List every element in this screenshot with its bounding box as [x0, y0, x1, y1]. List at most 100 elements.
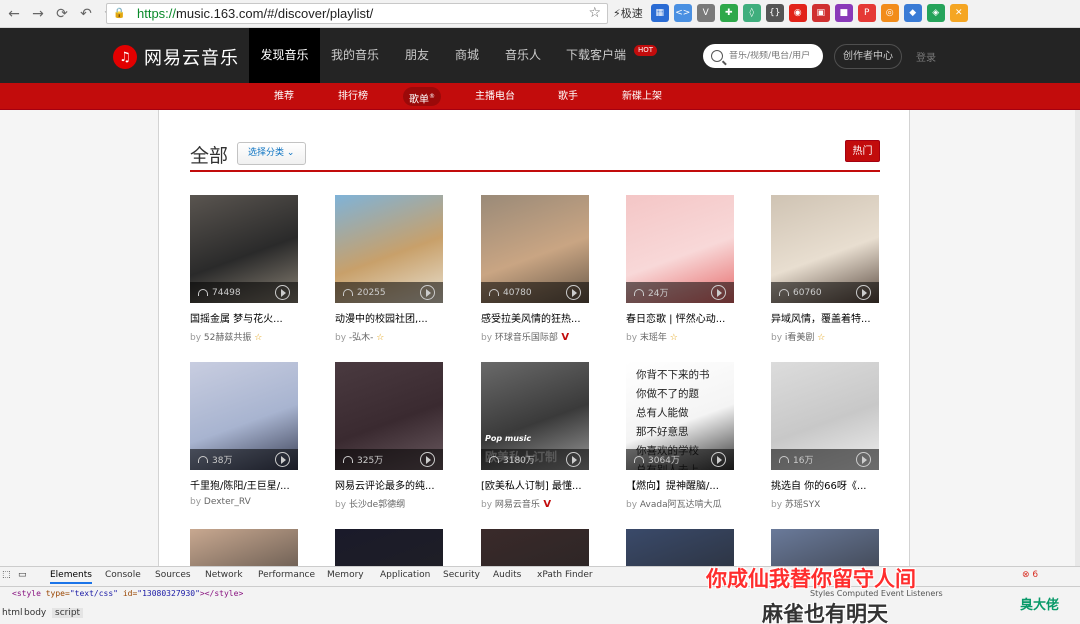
author-link[interactable]: 52赫兹共振 [204, 333, 251, 343]
playlist-title[interactable]: 【燃向】提神醒脑/... [626, 477, 734, 492]
devtools-tab-performance[interactable]: Performance [258, 570, 315, 580]
blue-ext-icon[interactable]: ◆ [903, 4, 922, 22]
braces-ext-icon[interactable]: {} [765, 4, 784, 22]
playlist-cover[interactable]: 325万 [335, 362, 443, 470]
author-link[interactable]: 长沙de郭德纲 [349, 500, 405, 510]
devtools-tab-xpath-finder[interactable]: xPath Finder [537, 570, 593, 580]
playlist-cover[interactable] [335, 529, 443, 568]
search-input[interactable] [729, 51, 821, 61]
play-icon[interactable] [420, 452, 435, 467]
select-category-button[interactable]: 选择分类 ⌄ [237, 142, 306, 165]
playlist-title[interactable]: 国摇金属 梦与花火... [190, 310, 298, 325]
site-logo[interactable]: ♫ 网易云音乐 [113, 44, 239, 70]
subnav-item-playlist[interactable]: 歌单® [403, 87, 441, 106]
play-icon[interactable] [856, 285, 871, 300]
author-link[interactable]: i看美剧 [785, 333, 815, 343]
playlist-cover[interactable]: 74498 [190, 195, 298, 303]
devtools-tab-audits[interactable]: Audits [493, 570, 521, 580]
playlist-cover[interactable] [481, 529, 589, 568]
playlist-cover[interactable]: 40780 [481, 195, 589, 303]
playlist-title[interactable]: [欧美私人订制] 最懂... [481, 477, 589, 492]
nav-item-friends[interactable]: 朋友 [392, 28, 442, 83]
author-link[interactable]: Avada阿瓦达啃大瓜 [640, 500, 722, 510]
devtools-tab-memory[interactable]: Memory [327, 570, 364, 580]
nav-item-discover[interactable]: 发现音乐 [249, 28, 320, 83]
author-link[interactable]: 苏瑶SYX [785, 500, 820, 510]
windows-ext-icon[interactable]: ▦ [650, 4, 669, 22]
playlist-cover[interactable]: Pop music欧美私人订制3180万 [481, 362, 589, 470]
crumb-body[interactable]: body [24, 608, 46, 618]
playlist-title[interactable]: 网易云评论最多的纯... [335, 477, 443, 492]
playlist-cover[interactable]: 16万 [771, 362, 879, 470]
play-icon[interactable] [566, 452, 581, 467]
devtools-tab-application[interactable]: Application [380, 570, 430, 580]
playlist-title[interactable]: 动漫中的校园社团,... [335, 310, 443, 325]
x-ext-icon[interactable]: ✕ [949, 4, 968, 22]
vue-ext-icon[interactable]: ◊ [742, 4, 761, 22]
playlist-cover[interactable]: 你背不下来的书你做不了的题总有人能做那不好意思你喜欢的学校总有别人去上3064万 [626, 362, 734, 470]
reload-icon[interactable]: ⟳ [52, 4, 72, 24]
author-link[interactable]: 末瑶年 [640, 333, 667, 343]
crumb-script[interactable]: script [52, 608, 84, 618]
forward-icon[interactable]: → [28, 4, 48, 24]
devtools-tab-network[interactable]: Network [205, 570, 243, 580]
green-ext-icon[interactable]: ✚ [719, 4, 738, 22]
purple-ext-icon[interactable]: ■ [834, 4, 853, 22]
devtools-tab-sources[interactable]: Sources [155, 570, 191, 580]
devtools-tab-console[interactable]: Console [105, 570, 141, 580]
address-bar[interactable]: 🔒 https://music.163.com/#/discover/playl… [106, 3, 608, 24]
pdf-ext-icon[interactable]: P [857, 4, 876, 22]
play-icon[interactable] [275, 452, 290, 467]
search-box[interactable] [703, 44, 823, 68]
subnav-item-radio[interactable]: 主播电台 [475, 83, 515, 110]
play-icon[interactable] [275, 285, 290, 300]
subnav-item-charts[interactable]: 排行榜 [338, 83, 368, 110]
red-ext-icon[interactable]: ◉ [788, 4, 807, 22]
back-icon[interactable]: ← [4, 4, 24, 24]
hot-sort-button[interactable]: 热门 [845, 140, 880, 162]
playlist-cover[interactable]: 20255 [335, 195, 443, 303]
playlist-title[interactable]: 挑选自 你的66呀《... [771, 477, 879, 492]
play-icon[interactable] [566, 285, 581, 300]
source-line[interactable]: <style type="text/css" id="13080327930">… [12, 589, 243, 598]
undo-icon[interactable]: ↶ [76, 4, 96, 24]
playlist-title[interactable]: 感受拉美风情的狂热... [481, 310, 589, 325]
playlist-cover[interactable] [190, 529, 298, 568]
speed-mode-button[interactable]: ⚡极速 [613, 5, 643, 21]
play-icon[interactable] [711, 285, 726, 300]
author-link[interactable]: 网易云音乐 [495, 500, 540, 510]
login-link[interactable]: 登录 [916, 49, 936, 64]
devtools-tab-security[interactable]: Security [443, 570, 480, 580]
code-ext-icon[interactable]: <> [673, 4, 692, 22]
nav-item-download[interactable]: 下载客户端 [556, 28, 636, 83]
author-link[interactable]: Dexter_RV [204, 497, 251, 507]
playlist-cover[interactable]: 24万 [626, 195, 734, 303]
orange-ext-icon[interactable]: ◎ [880, 4, 899, 22]
nav-item-store[interactable]: 商城 [444, 28, 490, 83]
subnav-item-artists[interactable]: 歌手 [558, 83, 578, 110]
crumb-html[interactable]: html [2, 608, 23, 618]
star-icon[interactable]: ☆ [588, 5, 601, 21]
play-icon[interactable] [711, 452, 726, 467]
playlist-title[interactable]: 异域风情，覆盖着特... [771, 310, 879, 325]
nav-item-my-music[interactable]: 我的音乐 [322, 28, 388, 83]
error-count-badge[interactable]: ⊗ 6 [1022, 570, 1038, 580]
playlist-title[interactable]: 千里狍/陈阳/王巨星/... [190, 477, 298, 492]
play-icon[interactable] [856, 452, 871, 467]
creator-center-button[interactable]: 创作者中心 [834, 44, 902, 69]
subnav-item-new-albums[interactable]: 新碟上架 [622, 83, 662, 110]
playlist-cover[interactable]: 38万 [190, 362, 298, 470]
devtools-tab-elements[interactable]: Elements [50, 570, 92, 584]
author-link[interactable]: 环球音乐国际部 [495, 333, 558, 343]
playlist-cover[interactable]: 60760 [771, 195, 879, 303]
shield-ext-icon[interactable]: ◈ [926, 4, 945, 22]
play-icon[interactable] [420, 285, 435, 300]
author-link[interactable]: -弘木- [349, 333, 374, 343]
page-scrollbar[interactable] [1075, 110, 1080, 568]
inspect-icon[interactable]: ⬚ [2, 570, 11, 580]
device-toggle-icon[interactable]: ▭ [18, 570, 27, 580]
cube-ext-icon[interactable]: ▣ [811, 4, 830, 22]
nav-item-musician[interactable]: 音乐人 [495, 28, 551, 83]
v-ext-icon[interactable]: V [696, 4, 715, 22]
subnav-item-recommend[interactable]: 推荐 [274, 83, 294, 110]
